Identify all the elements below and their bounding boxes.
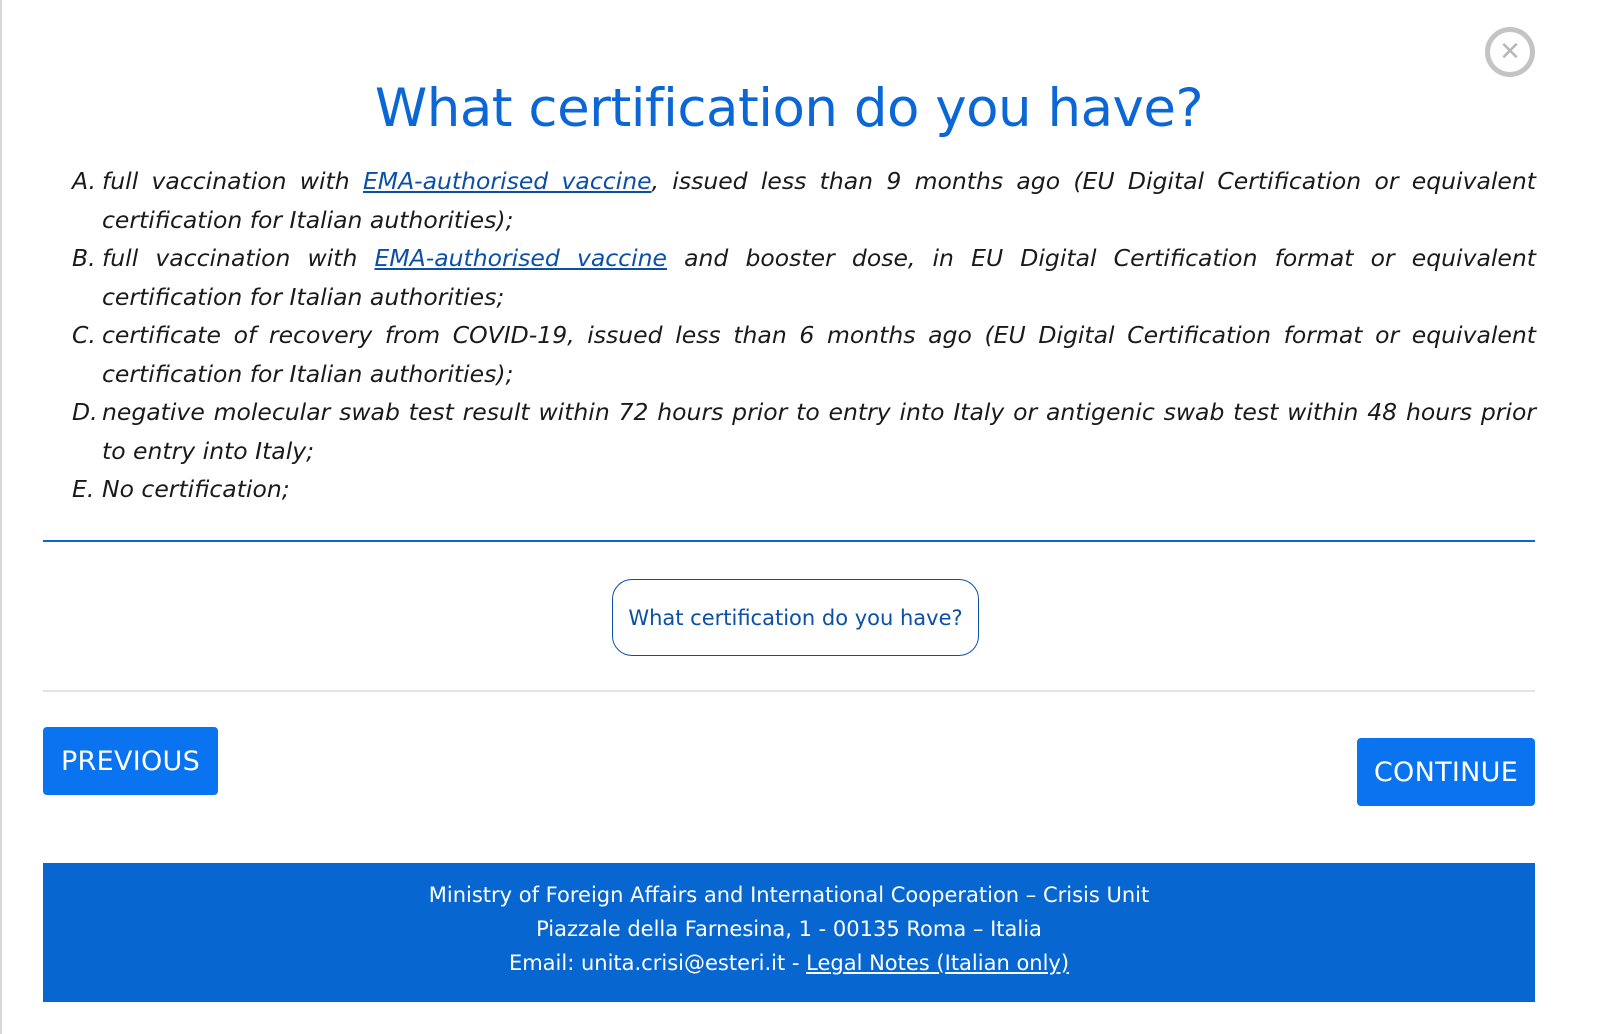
option-letter: A.: [72, 167, 96, 195]
question-chip-label: What certification do you have?: [628, 605, 963, 630]
footer-address: Piazzale della Farnesina, 1 - 00135 Roma…: [536, 917, 1042, 941]
certification-question-button[interactable]: What certification do you have?: [612, 579, 979, 656]
certification-options-list: A. full vaccination with EMA-authorised v…: [72, 162, 1536, 509]
legal-notes-link[interactable]: Legal Notes (Italian only): [806, 951, 1069, 975]
close-glyph: ✕: [1499, 37, 1521, 67]
footer-organization: Ministry of Foreign Affairs and Internat…: [428, 883, 1150, 907]
ema-vaccine-link[interactable]: EMA-authorised vaccine: [363, 167, 652, 195]
window-left-border: [0, 0, 2, 1034]
continue-button-label: CONTINUE: [1373, 756, 1519, 788]
option-a: A. full vaccination with EMA-authorised v…: [72, 162, 1536, 239]
previous-button-label: PREVIOUS: [60, 745, 201, 777]
option-letter: E.: [72, 475, 95, 503]
option-b: B. full vaccination with EMA-authorised v…: [72, 239, 1536, 316]
option-letter: C.: [72, 321, 96, 349]
option-text: full vaccination with: [102, 244, 375, 272]
section-divider: [43, 540, 1535, 542]
option-text: full vaccination with: [102, 167, 363, 195]
divider: [43, 690, 1535, 692]
continue-button[interactable]: CONTINUE: [1357, 738, 1535, 806]
option-c: C. certificate of recovery from COVID-19,…: [72, 316, 1536, 393]
option-letter: D.: [72, 398, 98, 426]
page-title: What certification do you have?: [374, 78, 1204, 139]
option-text: negative molecular swab test result with…: [102, 398, 1536, 465]
close-icon[interactable]: ✕: [1485, 27, 1535, 77]
previous-button[interactable]: PREVIOUS: [43, 727, 218, 795]
option-d: D. negative molecular swab test result wi…: [72, 393, 1536, 470]
footer-email: Email: unita.crisi@esteri.it -: [508, 951, 807, 975]
option-text: No certification;: [102, 475, 290, 503]
ema-vaccine-link[interactable]: EMA-authorised vaccine: [375, 244, 667, 272]
option-text: certificate of recovery from COVID-19, i…: [102, 321, 1536, 388]
option-e: E. No certification;: [72, 470, 1536, 509]
option-letter: B.: [72, 244, 96, 272]
footer: Ministry of Foreign Affairs and Internat…: [43, 863, 1535, 1002]
footer-contact: Email: unita.crisi@esteri.it - Legal Not…: [43, 946, 1535, 980]
